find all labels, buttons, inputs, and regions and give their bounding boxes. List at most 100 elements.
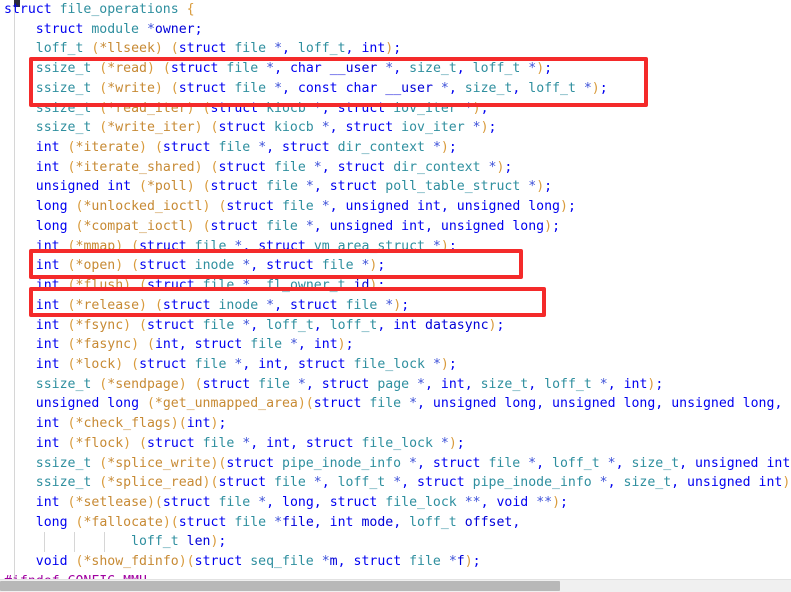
code-token: size_t xyxy=(409,61,457,77)
code-line[interactable]: int (*fasync) (int, struct file *, int); xyxy=(0,335,791,355)
code-token: ( xyxy=(146,396,155,412)
code-line[interactable]: loff_t (*llseek) (struct file *, loff_t,… xyxy=(0,39,791,59)
code-token: * xyxy=(266,61,275,77)
code-token: *fasync xyxy=(75,337,132,353)
code-token: , xyxy=(274,61,290,77)
code-token: ( xyxy=(170,41,179,57)
code-line[interactable]: int (*setlease)(struct file *, long, str… xyxy=(0,493,791,513)
code-line[interactable]: ssize_t (*sendpage) (struct file *, stru… xyxy=(0,375,791,395)
code-line[interactable]: int (*check_flags)(int); xyxy=(0,414,791,434)
code-token: *compat_ioctl xyxy=(83,218,187,234)
code-token: file xyxy=(250,337,283,353)
code-token: loff_t xyxy=(266,317,314,333)
code-line[interactable]: int (*iterate) (struct file *, struct di… xyxy=(0,138,791,158)
code-token: struct xyxy=(162,297,211,313)
code-token: struct xyxy=(202,376,251,392)
code-token: , xyxy=(440,199,457,215)
code-token: long xyxy=(35,514,68,530)
code-token: ) xyxy=(440,238,449,254)
code-line[interactable]: int (*release) (struct inode *, struct f… xyxy=(0,296,791,316)
code-line[interactable]: ssize_t (*read_iter) (struct kiocb *, st… xyxy=(0,99,791,119)
code-token: , xyxy=(321,100,338,116)
horizontal-scrollbar[interactable] xyxy=(0,579,791,592)
code-token: struct xyxy=(139,356,187,372)
code-token: * xyxy=(321,120,330,136)
code-token: struct xyxy=(178,514,227,530)
code-token: *open xyxy=(75,258,116,274)
code-token: module xyxy=(91,21,139,37)
code-token: , xyxy=(289,435,306,451)
code-line[interactable]: ssize_t (*write) (struct file *, const c… xyxy=(0,79,791,99)
code-token: * xyxy=(305,218,314,234)
scrollbar-thumb[interactable] xyxy=(0,581,560,591)
code-token: , xyxy=(679,455,695,471)
code-token: ) xyxy=(393,297,402,313)
code-token: *show_fdinfo xyxy=(83,554,179,570)
code-token: file xyxy=(409,554,441,570)
code-line[interactable]: int (*mmap) (struct file *, struct vm_ar… xyxy=(0,237,791,257)
code-line[interactable]: int (*open) (struct inode *, struct file… xyxy=(0,256,791,276)
code-line[interactable]: ssize_t (*splice_write)(struct pipe_inod… xyxy=(0,454,791,474)
code-token: ( xyxy=(202,218,211,234)
code-line[interactable]: ssize_t (*read) (struct file *, char __u… xyxy=(0,59,791,79)
code-line[interactable]: unsigned long (*get_unmapped_area)(struc… xyxy=(0,394,791,414)
code-token: , xyxy=(424,218,441,234)
code-token: * xyxy=(313,475,322,491)
code-token: ) xyxy=(472,100,481,116)
code-token: ( xyxy=(67,140,76,156)
code-token: ; xyxy=(480,100,489,116)
code-token: , xyxy=(536,455,553,471)
code-token: , xyxy=(393,61,410,77)
code-line[interactable]: unsigned int (*poll) (struct file *, str… xyxy=(0,177,791,197)
code-line[interactable]: int (*flock) (struct file *, int, struct… xyxy=(0,434,791,454)
code-line[interactable]: int (*flush) (struct file *, fl_owner_t … xyxy=(0,276,791,296)
code-token: * xyxy=(528,455,537,471)
code-token: int xyxy=(107,179,132,195)
code-token: ( xyxy=(131,238,140,254)
code-line[interactable]: int (*iterate_shared) (struct file *, st… xyxy=(0,158,791,178)
code-token: ssize_t xyxy=(35,475,92,491)
code-token: , xyxy=(282,356,298,372)
code-line[interactable]: int (*lock) (struct file *, int, struct … xyxy=(0,355,791,375)
code-line[interactable]: ssize_t (*splice_read)(struct file *, lo… xyxy=(0,473,791,493)
code-line[interactable]: long (*unlocked_ioctl) (struct file *, u… xyxy=(0,197,791,217)
code-token: struct xyxy=(147,278,195,294)
code-token: ( xyxy=(154,494,163,510)
code-token: ; xyxy=(599,80,608,96)
code-line[interactable]: struct module *owner; xyxy=(0,20,791,40)
code-line[interactable]: long (*compat_ioctl) (struct file *, uns… xyxy=(0,217,791,237)
code-line[interactable]: long (*fallocate)(struct file *file, int… xyxy=(0,513,791,533)
code-token: struct xyxy=(329,494,378,510)
code-token: struct xyxy=(226,455,275,471)
code-token: *get_unmapped_area xyxy=(154,396,298,412)
code-line[interactable]: int (*fsync) (struct file *, loff_t, lof… xyxy=(0,316,791,336)
code-token: unsigned xyxy=(329,218,394,234)
code-editor[interactable]: struct file_operations { struct module *… xyxy=(0,0,791,592)
code-token: *setlease xyxy=(75,494,147,510)
code-content[interactable]: struct file_operations { struct module *… xyxy=(0,0,791,580)
code-token: , xyxy=(536,396,553,412)
code-token: , xyxy=(401,475,418,491)
code-token: , xyxy=(464,376,481,392)
code-line[interactable]: void (*show_fdinfo)(struct seq_file *m, … xyxy=(0,552,791,572)
code-line[interactable]: ssize_t (*write_iter) (struct kiocb *, s… xyxy=(0,118,791,138)
code-token: int xyxy=(35,416,60,432)
code-line[interactable]: loff_t len); xyxy=(0,532,791,552)
code-token: iov_iter xyxy=(393,100,457,116)
code-line[interactable]: struct file_operations { xyxy=(0,0,791,20)
